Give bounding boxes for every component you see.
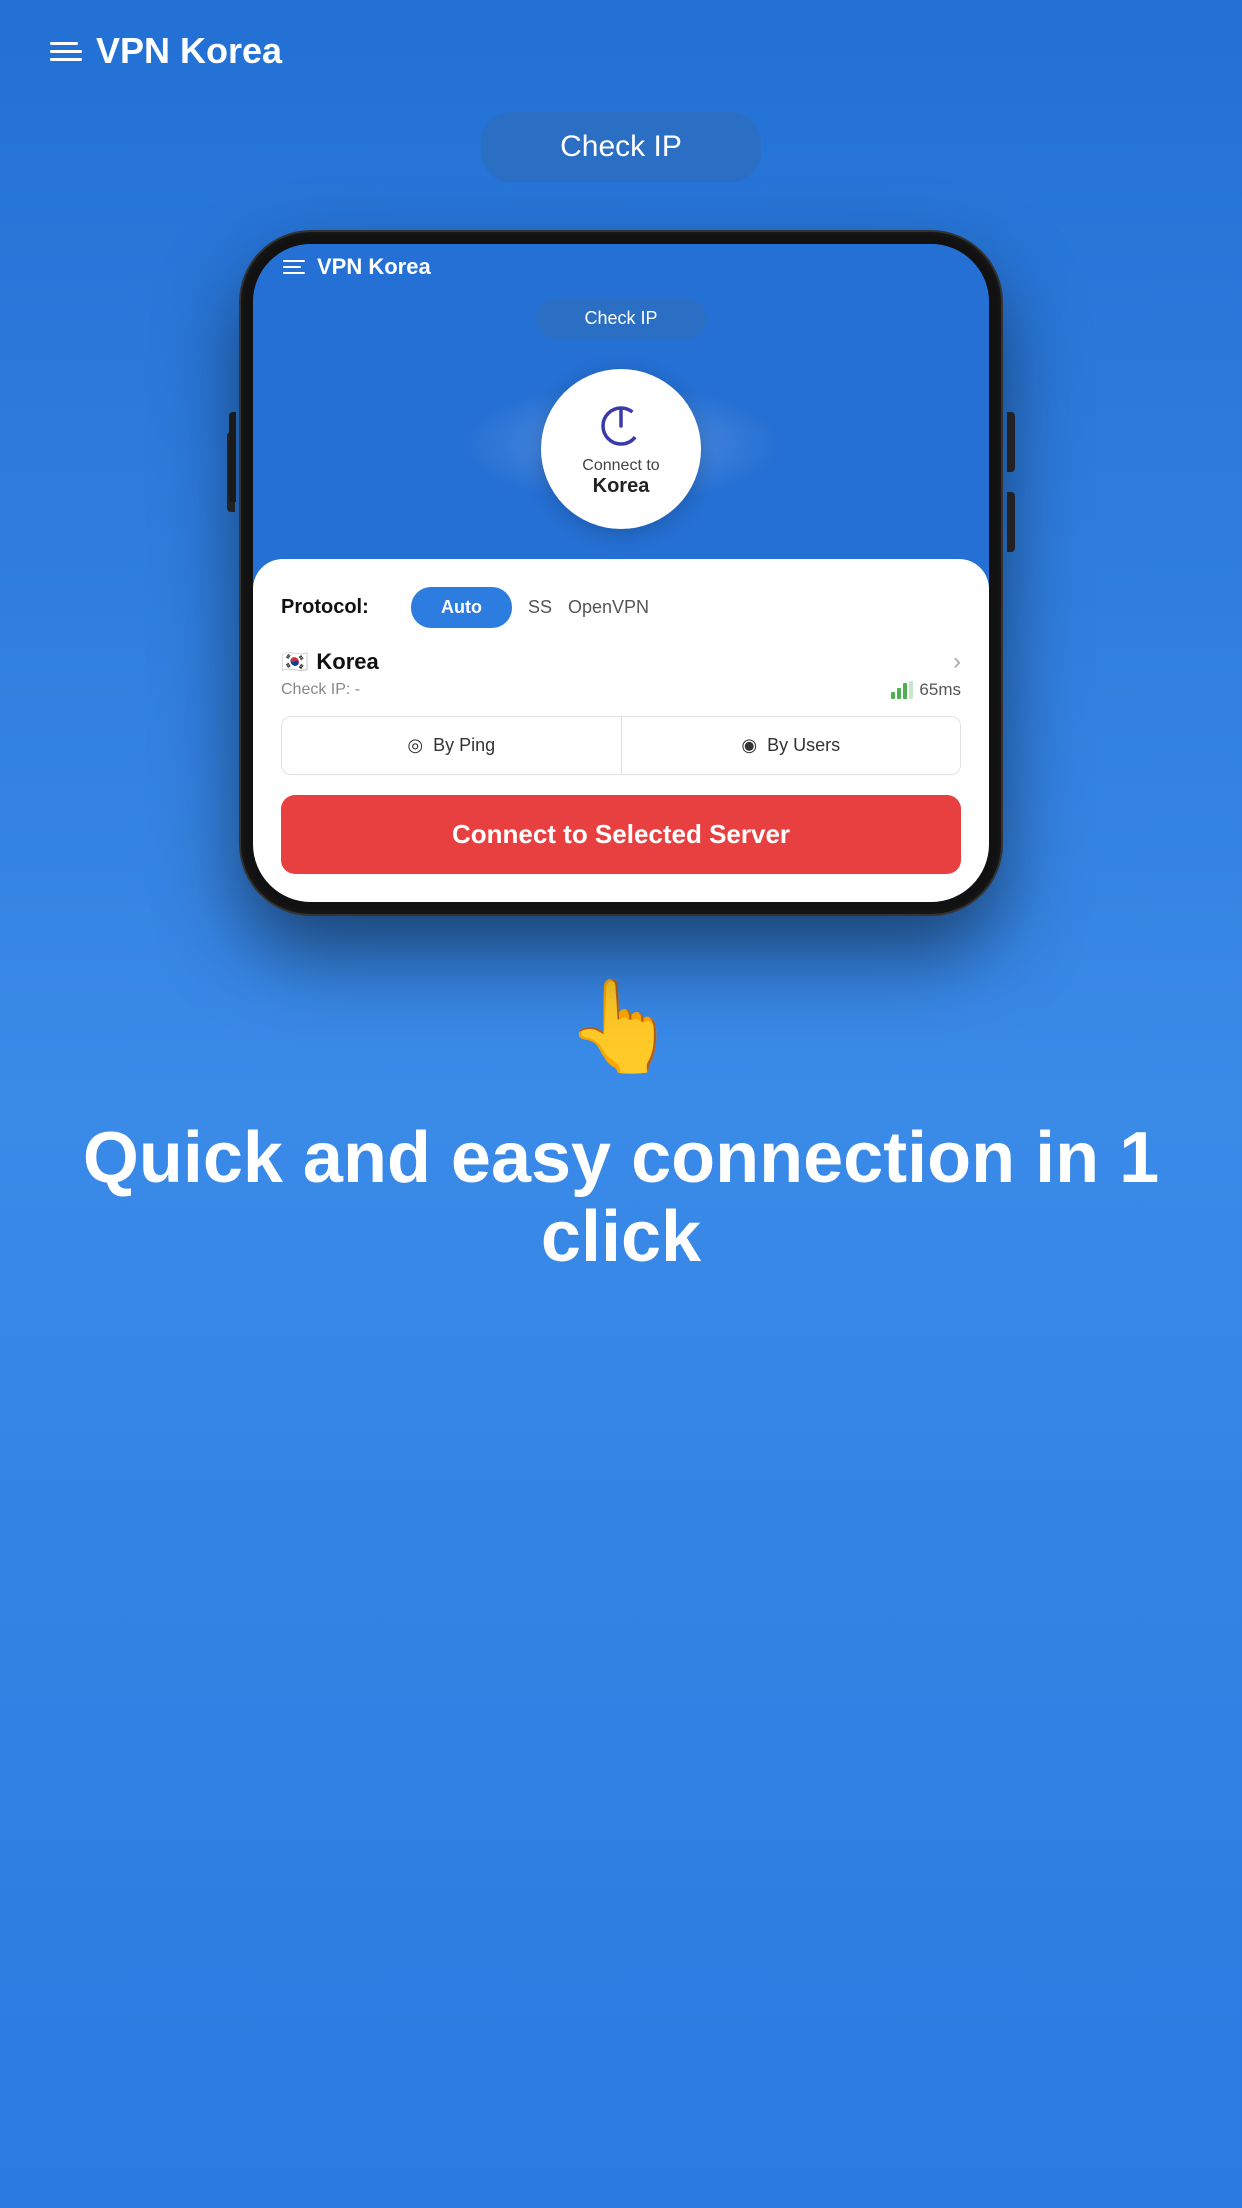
sort-by-users-button[interactable]: ◉ By Users xyxy=(622,717,961,774)
phone-check-ip-button[interactable]: Check IP xyxy=(536,298,706,339)
protocol-openvpn-option[interactable]: OpenVPN xyxy=(568,597,649,618)
power-icon xyxy=(596,401,646,451)
phone-menu-icon[interactable] xyxy=(283,260,305,274)
phone-screen-header: VPN Korea Check IP xyxy=(253,244,989,339)
protocol-label: Protocol: xyxy=(281,596,391,619)
sort-by-users-label: By Users xyxy=(767,735,840,756)
bottom-promo-section: 👆 Quick and easy connection in 1 click xyxy=(0,974,1242,1277)
signal-bars-icon xyxy=(891,681,913,699)
side-button-right-bottom xyxy=(1007,492,1015,552)
phone-bottom-panel: Protocol: Auto SS OpenVPN 🇰🇷 Korea › xyxy=(253,559,989,902)
protocol-options: Auto SS OpenVPN xyxy=(411,587,649,628)
ping-info: 65ms xyxy=(891,680,961,700)
chevron-right-icon: › xyxy=(953,648,961,676)
server-flag: 🇰🇷 xyxy=(281,649,308,675)
tagline-text: Quick and easy connection in 1 click xyxy=(60,1119,1182,1277)
check-ip-value: Check IP: - xyxy=(281,681,360,699)
power-button-area: Connect to Korea xyxy=(253,339,989,549)
protocol-ss-option[interactable]: SS xyxy=(528,597,552,618)
power-label-bottom: Korea xyxy=(593,475,650,498)
server-row[interactable]: 🇰🇷 Korea › xyxy=(281,648,961,676)
check-ip-button[interactable]: Check IP xyxy=(481,112,761,182)
server-country: Korea xyxy=(316,649,378,675)
phone-screen: VPN Korea Check IP Connect to Korea xyxy=(253,244,989,902)
phone-app-title: VPN Korea xyxy=(317,254,431,280)
sort-by-ping-label: By Ping xyxy=(433,735,495,756)
app-title: VPN Korea xyxy=(96,30,282,72)
power-button[interactable]: Connect to Korea xyxy=(541,369,701,529)
menu-icon[interactable] xyxy=(50,42,82,61)
phone-device: VPN Korea Check IP Connect to Korea xyxy=(241,232,1001,914)
pointing-finger-emoji: 👆 xyxy=(60,974,1182,1079)
connect-button[interactable]: Connect to Selected Server xyxy=(281,795,961,874)
protocol-auto-button[interactable]: Auto xyxy=(411,587,512,628)
sort-by-ping-button[interactable]: ◎ By Ping xyxy=(282,717,622,774)
ping-value: 65ms xyxy=(919,680,961,700)
top-promo-section: VPN Korea Check IP xyxy=(0,0,1242,182)
users-sort-icon: ◉ xyxy=(741,735,757,756)
ping-sort-icon: ◎ xyxy=(407,735,423,756)
sort-row: ◎ By Ping ◉ By Users xyxy=(281,716,961,775)
server-name: 🇰🇷 Korea xyxy=(281,649,379,675)
protocol-row: Protocol: Auto SS OpenVPN xyxy=(281,587,961,628)
phone-mockup: VPN Korea Check IP Connect to Korea xyxy=(0,232,1242,914)
power-label-top: Connect to xyxy=(582,457,659,475)
side-button-left xyxy=(229,412,236,502)
server-details: Check IP: - 65ms xyxy=(281,680,961,700)
phone-header-row: VPN Korea xyxy=(283,254,959,280)
app-header: VPN Korea xyxy=(50,30,1192,72)
side-button-right-top xyxy=(1007,412,1015,472)
